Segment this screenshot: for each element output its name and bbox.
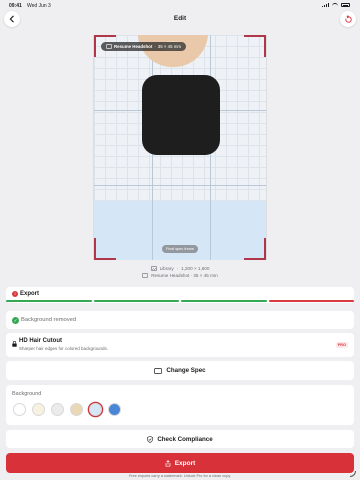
image-dimensions: 1,200 × 1,600 [181,266,210,271]
checkmark-icon: ✓ [12,316,19,324]
image-source-info: Library · 1,200 × 1,600 [0,266,360,271]
color-swatch[interactable] [108,403,121,416]
share-icon [165,459,171,467]
pro-badge: PRO [335,342,348,348]
spec-pill-separator: · [154,44,156,49]
check-compliance-label: Check Compliance [157,435,213,443]
crop-handle-top-left[interactable] [94,35,116,57]
meta-separator: · [176,266,179,271]
hd-hair-cutout-option[interactable]: HD Hair Cutout Sharper hair edges for co… [6,333,354,357]
crop-handle-top-right[interactable] [244,35,266,57]
progress-segment [181,300,267,302]
image-source: Library [159,266,174,271]
spec-pill-label: Resume Headshot [114,44,153,49]
lock-icon [12,341,17,347]
background-picker: Background [6,385,354,425]
page-title: Edit [173,15,187,22]
error-icon: ! [12,291,18,297]
color-swatch[interactable] [13,403,26,416]
frame-icon [154,367,163,374]
signal-icon [322,3,329,7]
color-swatch[interactable] [70,403,83,416]
background-removed-label: Background removed [21,317,77,323]
status-icons [322,3,350,7]
shield-check-icon [147,435,154,443]
photo-preview[interactable]: Resume Headshot · 35 × 45 mm Final spec … [93,35,267,260]
swatch-list [13,403,121,416]
status-bar: 09:41 Wed Jun 3 [0,0,360,12]
spec-info: Resume Headshot · 35 × 45 mm [0,273,360,278]
export-button[interactable]: Export [6,453,354,473]
export-progress-bars [6,300,354,302]
frame-label: Final spec frame [162,245,199,253]
wifi-icon [332,3,338,7]
progress-segment [93,300,179,302]
guide-line [94,185,266,186]
crop-handle-bottom-right[interactable] [244,238,266,260]
check-compliance-button[interactable]: Check Compliance [6,430,354,448]
color-swatch[interactable] [32,403,45,416]
battery-icon [341,3,350,7]
status-time: 09:41 [9,3,22,9]
background-removed-row: ✓ Background removed [6,311,354,329]
frame-icon [142,273,149,278]
color-swatch[interactable] [89,403,102,416]
subject-body [142,75,220,155]
progress-segment [268,300,354,302]
progress-segment [6,300,92,302]
export-status-label: Export [20,291,40,297]
photo-library-icon [150,266,157,271]
change-spec-label: Change Spec [166,367,206,374]
color-swatch[interactable] [51,403,64,416]
spec-info-text: Resume Headshot · 35 × 45 mm [151,273,218,278]
hd-hair-description: Sharper hair edges for colored backgroun… [19,346,109,351]
hd-hair-title: HD Hair Cutout [19,338,62,344]
reset-button[interactable] [340,11,356,27]
spec-pill-size: 35 × 45 mm [157,44,182,49]
watermark-note: Free exports carry a watermark. Unlock P… [128,474,232,478]
crop-handle-bottom-left[interactable] [94,238,116,260]
export-button-label: Export [174,459,196,467]
reset-icon [344,14,352,23]
status-date: Wed Jun 3 [27,3,51,9]
background-title: Background [12,391,42,397]
change-spec-button[interactable]: Change Spec [6,361,354,380]
